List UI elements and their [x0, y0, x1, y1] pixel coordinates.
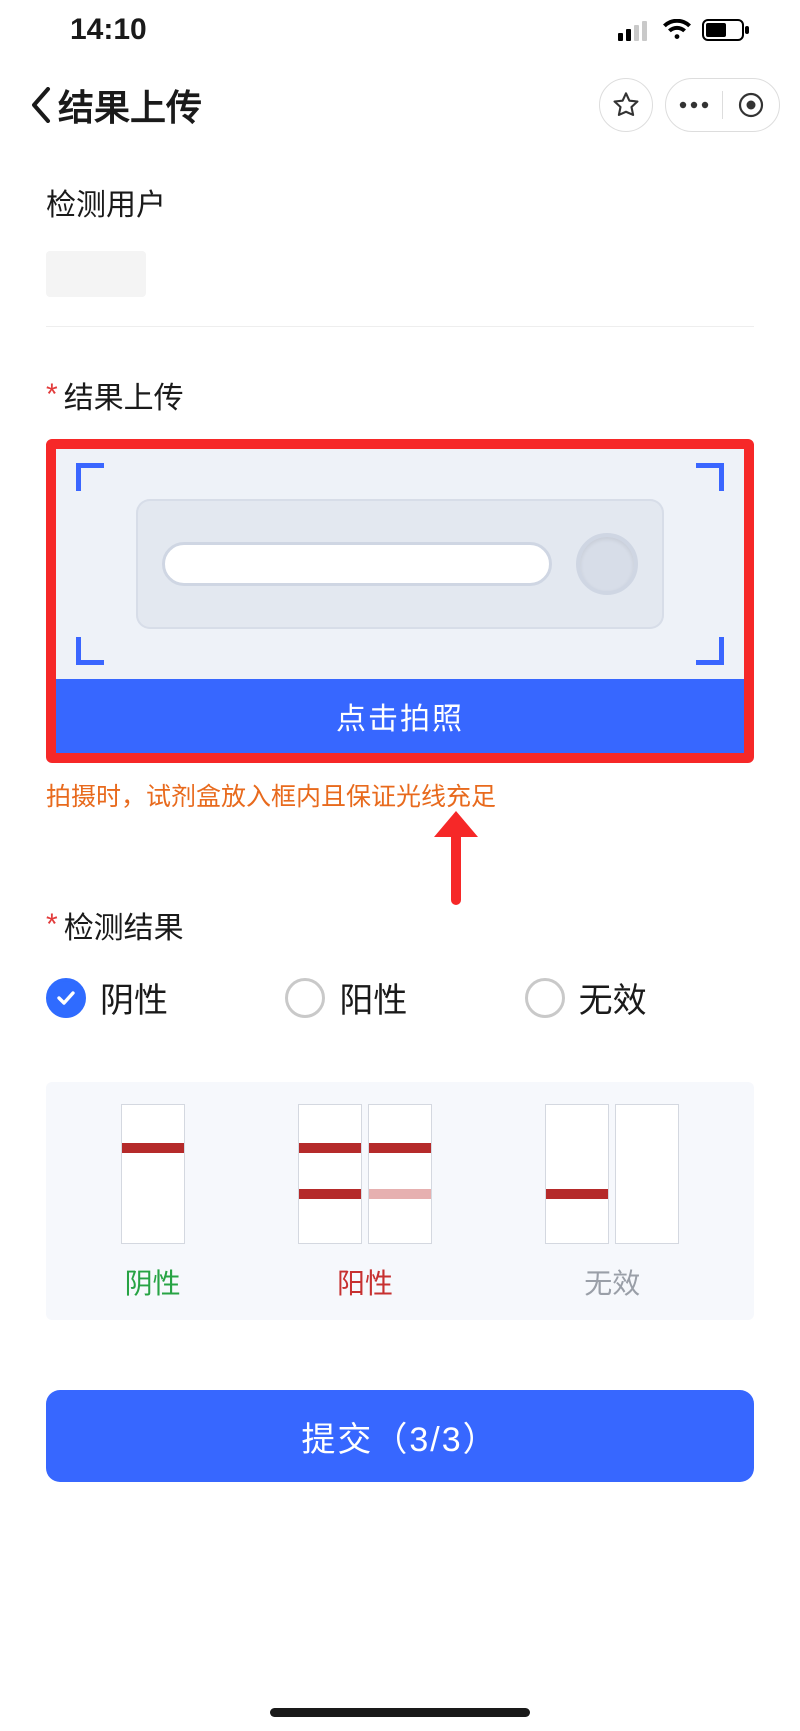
required-star: *	[46, 908, 58, 942]
more-button[interactable]	[672, 101, 716, 109]
kit-well-icon	[576, 533, 638, 595]
radio-checked-icon	[46, 978, 86, 1018]
camera-area-highlight: 点击拍照	[46, 439, 754, 763]
back-button[interactable]: 结果上传	[20, 79, 202, 131]
strip-icon	[298, 1104, 362, 1244]
annotation-arrow	[46, 813, 754, 903]
legend-negative: C T 阴性	[121, 1104, 185, 1302]
strip-icon	[615, 1104, 679, 1244]
status-indicators	[618, 19, 750, 41]
test-kit-illustration	[136, 499, 664, 629]
camera-hint: 拍摄时，试剂盒放入框内且保证光线充足	[46, 777, 754, 813]
frame-corner-icon	[696, 463, 724, 491]
result-section-label: * 检测结果	[46, 903, 754, 947]
camera-preview[interactable]	[56, 449, 744, 679]
user-redacted	[46, 251, 146, 297]
radio-unchecked-icon	[285, 978, 325, 1018]
frame-corner-icon	[76, 637, 104, 665]
divider	[46, 326, 754, 327]
option-label: 无效	[579, 973, 647, 1022]
dots-icon	[679, 101, 709, 109]
close-circle-icon	[738, 92, 764, 118]
legend-positive: C T 阳性	[298, 1104, 432, 1302]
arrow-up-icon	[426, 805, 486, 905]
kit-window-icon	[162, 542, 552, 586]
wifi-icon	[662, 19, 692, 41]
strip-icon	[121, 1104, 185, 1244]
favorite-button[interactable]	[599, 78, 653, 132]
option-positive[interactable]: 阳性	[285, 973, 514, 1022]
user-section-label: 检测用户	[46, 180, 754, 224]
upload-section-label: * 结果上传	[46, 373, 754, 417]
submit-button[interactable]: 提交（3/3）	[46, 1390, 754, 1482]
radio-unchecked-icon	[525, 978, 565, 1018]
miniprogram-capsule	[665, 78, 780, 132]
option-negative[interactable]: 阴性	[46, 973, 275, 1022]
legend-invalid: C T 无效	[545, 1104, 679, 1302]
required-star: *	[46, 378, 58, 412]
signal-icon	[618, 19, 652, 41]
chevron-left-icon	[30, 87, 52, 123]
user-value	[46, 234, 754, 314]
status-time: 14:10	[70, 13, 147, 47]
result-options: 阴性 阳性 无效	[46, 973, 754, 1022]
option-label: 阴性	[100, 973, 168, 1022]
legend-label: 阴性	[125, 1262, 181, 1302]
frame-corner-icon	[696, 637, 724, 665]
legend-label: 无效	[584, 1262, 640, 1302]
option-label: 阳性	[339, 973, 407, 1022]
page-title: 结果上传	[58, 79, 202, 131]
strip-icon	[368, 1104, 432, 1244]
strip-icon	[545, 1104, 609, 1244]
legend-label: 阳性	[337, 1262, 393, 1302]
frame-corner-icon	[76, 463, 104, 491]
star-icon	[612, 91, 640, 119]
result-legend: C T 阴性 C T	[46, 1082, 754, 1320]
option-invalid[interactable]: 无效	[525, 973, 754, 1022]
battery-icon	[702, 19, 750, 41]
home-indicator[interactable]	[270, 1708, 530, 1717]
nav-bar: 结果上传	[0, 60, 800, 150]
status-bar: 14:10	[0, 0, 800, 60]
take-photo-button[interactable]: 点击拍照	[56, 679, 744, 753]
close-miniprogram-button[interactable]	[729, 92, 773, 118]
